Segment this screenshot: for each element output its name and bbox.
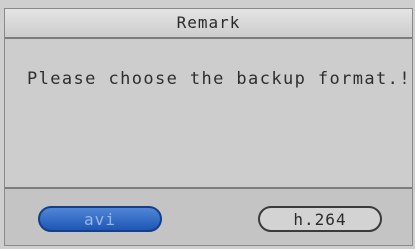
avi-format-button[interactable]: avi [38, 206, 162, 232]
dialog-body: Please choose the backup format.! [5, 39, 412, 189]
h264-format-button[interactable]: h.264 [258, 206, 382, 232]
dialog-title: Remark [5, 9, 412, 39]
dialog-message: Please choose the backup format.! [27, 69, 411, 89]
